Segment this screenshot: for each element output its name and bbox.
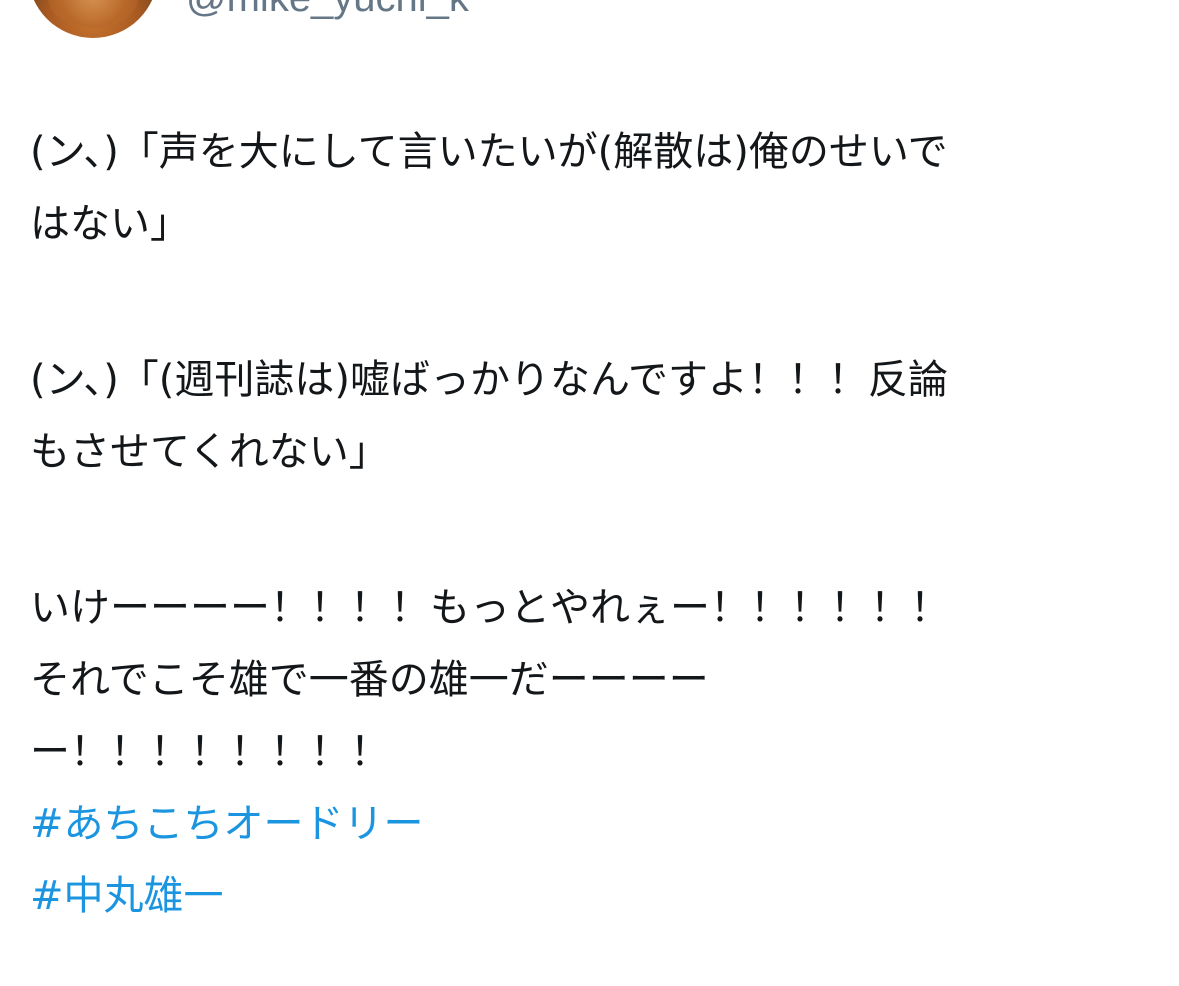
- tweet-line: はない」: [30, 201, 190, 247]
- user-handle[interactable]: @mike_yuchi_k: [186, 0, 469, 18]
- line-break: [30, 260, 1155, 344]
- avatar[interactable]: [28, 0, 158, 38]
- tweet-line: (ン、)「(週刊誌は)嘘ばっかりなんですよ！！！反論: [30, 357, 949, 403]
- tweet-text: (ン、)「声を大にして言いたいが(解散は)俺のせいで はない」 (ン、)「(週刊…: [30, 116, 1155, 932]
- tweet-header: @mike_yuchi_k: [0, 0, 1179, 60]
- avatar-image: [48, 0, 138, 28]
- hashtag-link-nakamaru-yuichi[interactable]: #中丸雄一: [30, 860, 1155, 932]
- tweet-line: いけーーーー！！！！もっとやれぇー！！！！！！: [30, 585, 950, 631]
- tweet-line: もさせてくれない」: [30, 429, 389, 475]
- tweet-line: それでこそ雄で一番の雄一だーーーー: [30, 657, 709, 703]
- line-break: [30, 488, 1155, 572]
- tweet-line: ー！！！！！！！！: [30, 729, 390, 775]
- hashtag-link-achikochi-audrey[interactable]: #あちこちオードリー: [30, 788, 1155, 860]
- tweet-line: (ン、)「声を大にして言いたいが(解散は)俺のせいで: [30, 129, 948, 175]
